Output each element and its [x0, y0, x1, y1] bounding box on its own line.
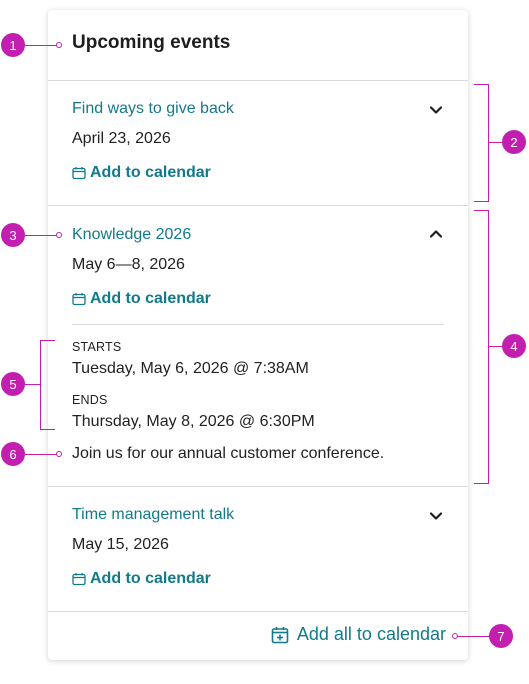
annotation-bracket-4 — [474, 210, 489, 484]
card-title: Upcoming events — [72, 32, 231, 53]
annotation-bracket-5 — [40, 340, 55, 430]
annotation-badge-3: 3 — [1, 223, 25, 247]
annotation-dot — [56, 42, 62, 48]
event-description: Join us for our annual customer conferen… — [72, 445, 385, 462]
annotation-leader — [25, 235, 57, 236]
event-title-2[interactable]: Knowledge 2026 — [72, 226, 191, 244]
ends-label: ENDS — [72, 393, 108, 407]
calendar-icon — [72, 572, 86, 586]
annotation-leader — [25, 45, 57, 46]
annotation-badge-5: 5 — [1, 372, 25, 396]
add-all-label: Add all to calendar — [296, 624, 446, 644]
event-divider — [48, 205, 468, 206]
annotation-leader — [25, 384, 40, 385]
calendar-icon — [72, 166, 86, 180]
starts-label: STARTS — [72, 340, 122, 354]
event-date-3: May 15, 2026 — [72, 536, 169, 553]
annotation-dot — [56, 232, 62, 238]
ends-value: Thursday, May 8, 2026 @ 6:30PM — [72, 413, 315, 430]
event-date-1: April 23, 2026 — [72, 130, 171, 147]
annotation-bracket-2 — [474, 84, 489, 202]
add-to-calendar-label: Add to calendar — [90, 290, 211, 307]
starts-value: Tuesday, May 6, 2026 @ 7:38AM — [72, 360, 309, 377]
add-to-calendar-link-3[interactable]: Add to calendar — [72, 570, 211, 588]
details-divider — [72, 324, 444, 325]
annotation-leader — [458, 636, 490, 637]
calendar-add-icon — [271, 626, 289, 644]
chevron-down-icon[interactable] — [428, 102, 444, 118]
event-title-3[interactable]: Time management talk — [72, 506, 234, 524]
annotation-leader — [488, 346, 502, 347]
footer-divider — [48, 611, 468, 612]
calendar-icon — [72, 292, 86, 306]
chevron-down-icon[interactable] — [428, 508, 444, 524]
event-date-2: May 6—8, 2026 — [72, 256, 185, 273]
add-to-calendar-link-1[interactable]: Add to calendar — [72, 164, 211, 182]
annotation-badge-6: 6 — [1, 442, 25, 466]
annotation-badge-1: 1 — [1, 33, 25, 57]
annotation-leader — [488, 142, 502, 143]
event-divider — [48, 486, 468, 487]
add-to-calendar-label: Add to calendar — [90, 570, 211, 587]
annotation-dot — [56, 451, 62, 457]
add-to-calendar-link-2[interactable]: Add to calendar — [72, 290, 211, 308]
event-title-1[interactable]: Find ways to give back — [72, 100, 234, 118]
annotation-leader — [25, 454, 57, 455]
add-to-calendar-label: Add to calendar — [90, 164, 211, 181]
annotation-badge-7: 7 — [489, 624, 513, 648]
chevron-up-icon[interactable] — [428, 226, 444, 242]
add-all-to-calendar-button[interactable]: Add all to calendar — [271, 624, 446, 645]
annotation-badge-4: 4 — [502, 334, 526, 358]
upcoming-events-card: Upcoming events Find ways to give back A… — [48, 10, 468, 660]
header-divider — [48, 80, 468, 81]
annotation-badge-2: 2 — [502, 130, 526, 154]
